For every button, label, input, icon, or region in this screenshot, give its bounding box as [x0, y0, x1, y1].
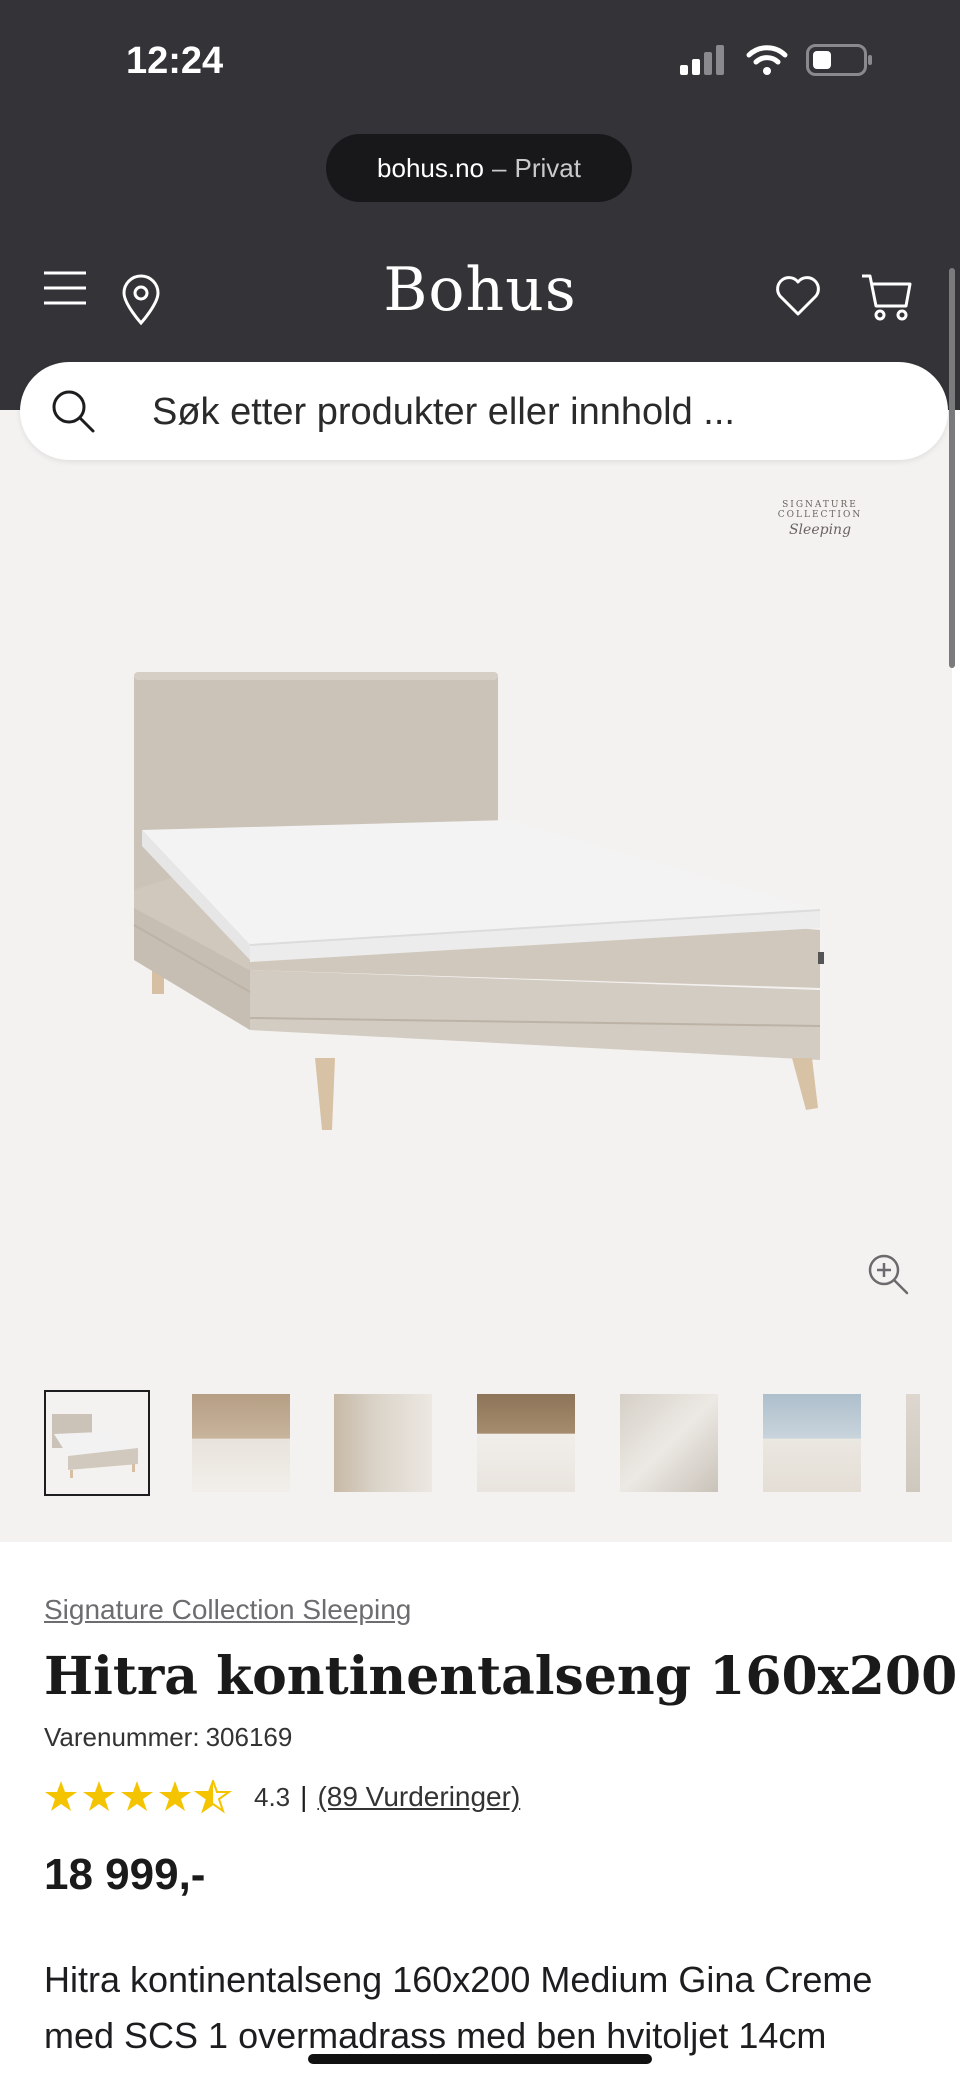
location-pin-icon[interactable] — [120, 274, 162, 326]
zoom-in-icon[interactable] — [866, 1252, 910, 1296]
rating-row[interactable]: 4.3 | (89 Vurderinger) — [44, 1780, 520, 1814]
home-indicator[interactable] — [308, 2054, 652, 2064]
rating-score: 4.3 — [254, 1781, 291, 1812]
status-icons — [680, 44, 874, 76]
product-image[interactable] — [130, 670, 830, 1140]
search-bar[interactable] — [20, 362, 948, 460]
status-time: 12:24 — [126, 40, 224, 82]
search-input[interactable] — [150, 384, 914, 440]
heart-icon[interactable] — [774, 274, 822, 318]
menu-icon[interactable] — [42, 270, 88, 306]
product-title: Hitra kontinentalseng 160x200 — [44, 1646, 958, 1707]
sku-line: Varenummer: 306169 — [44, 1722, 292, 1753]
brand-link[interactable]: Signature Collection Sleeping — [44, 1594, 411, 1626]
product-description: Hitra kontinentalseng 160x200 Medium Gin… — [44, 1959, 873, 2056]
reviews-link[interactable]: (89 Vurderinger) — [317, 1781, 520, 1813]
wifi-icon — [746, 45, 788, 75]
url-separator: – — [492, 152, 507, 183]
search-icon[interactable] — [50, 388, 96, 434]
browsing-mode: Privat — [514, 152, 581, 183]
site-logo[interactable]: Bohus — [340, 255, 620, 325]
cart-icon[interactable] — [860, 272, 914, 322]
thumbnail-4[interactable] — [477, 1394, 575, 1492]
badge-line-2: Sleeping — [788, 522, 852, 538]
thumbnail-bed-icon — [52, 1414, 138, 1478]
sku-number: 306169 — [205, 1722, 293, 1752]
thumbnail-1[interactable] — [44, 1390, 150, 1496]
rating-divider: | — [300, 1781, 308, 1812]
thumbnail-6[interactable] — [763, 1394, 861, 1492]
star-rating-icon — [45, 1780, 233, 1814]
battery-icon — [806, 44, 872, 76]
thumbnail-5[interactable] — [620, 1394, 718, 1492]
badge-line-1: SIGNATURE COLLECTION — [777, 500, 863, 520]
page-scrollbar[interactable] — [949, 268, 955, 668]
thumbnail-2[interactable] — [192, 1394, 290, 1492]
url-domain: bohus.no — [377, 152, 485, 183]
thumbnail-3[interactable] — [334, 1394, 432, 1492]
signature-collection-badge: SIGNATURE COLLECTION Sleeping — [740, 500, 900, 538]
sku-label: Varenummer: — [44, 1722, 200, 1752]
product-price: 18 999,- — [44, 1850, 206, 1899]
signal-icon — [680, 45, 724, 75]
thumbnail-7[interactable] — [906, 1394, 920, 1492]
url-bar[interactable]: bohus.no – Privat — [326, 134, 632, 202]
